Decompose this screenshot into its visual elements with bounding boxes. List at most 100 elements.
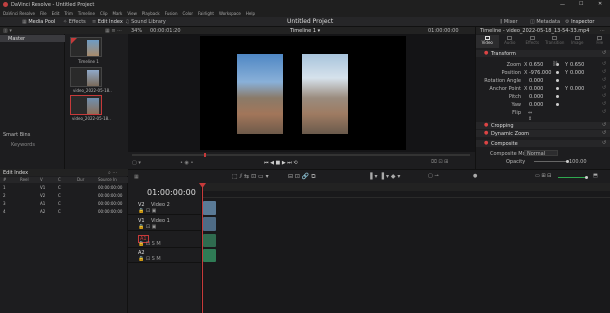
opacity-value[interactable]: 100.00 — [569, 159, 587, 165]
menu-item[interactable]: Trim — [64, 11, 73, 16]
timeline-ripple-tools[interactable]: ▢ ⊸ — [428, 173, 439, 179]
menu-item[interactable]: Timeline — [78, 11, 95, 16]
transform-y-value[interactable]: 0.000 — [570, 86, 584, 92]
table-row[interactable]: 1 V1 C 00:00:00:00 — [0, 184, 128, 192]
transform-x-value[interactable]: 0.000 — [529, 102, 543, 108]
table-row[interactable]: 2 V2 C 00:00:00:00 — [0, 192, 128, 200]
menu-item[interactable]: Clip — [100, 11, 108, 16]
menu-item[interactable]: Fairlight — [198, 11, 214, 16]
inspector-button[interactable]: ⚙ Inspector — [565, 19, 594, 25]
track-header[interactable]: A2 🔒 ⊡ S M — [128, 249, 202, 263]
edit-index-column-header[interactable]: V — [40, 177, 43, 182]
effects-button[interactable]: ✧ Effects — [63, 19, 86, 25]
transform-x-slider-handle[interactable] — [556, 87, 559, 90]
timeline-zoom-controls[interactable]: ▭ ⊞ ⊟ — [535, 173, 551, 179]
edit-index-column-header[interactable]: Dur — [77, 177, 84, 182]
edit-index-column-header[interactable]: Reel — [20, 177, 29, 182]
field-reset-icon[interactable]: ↺ — [602, 77, 606, 83]
timeline-ruler[interactable] — [202, 183, 610, 191]
track-controls-icon[interactable]: 🔒 ⊡ S M — [138, 241, 161, 247]
clip-thumbnail-timeline[interactable] — [70, 37, 102, 57]
track-controls-icon[interactable]: 🔒 ⊡ ▣ — [138, 224, 156, 230]
inspector-tab[interactable]: Image — [566, 35, 589, 48]
clip-a1[interactable] — [203, 234, 216, 247]
timeline-view-icon[interactable]: ▦ — [134, 174, 139, 180]
dynamic-zoom-reset-icon[interactable]: ↺ — [602, 130, 606, 136]
timeline-edit-tools[interactable]: ⬚ ⫽ ⇆ ⊡ ▭ ▾ — [232, 173, 269, 181]
menu-item[interactable]: Edit — [52, 11, 60, 16]
transform-x-slider-handle[interactable] — [556, 71, 559, 74]
timeline-more-icon[interactable]: ⬒ — [593, 173, 598, 179]
transform-x-value[interactable]: -976.000 — [529, 70, 551, 76]
transform-y-value[interactable]: 0.000 — [570, 70, 584, 76]
transform-x-slider-handle[interactable] — [556, 95, 559, 98]
track-header[interactable]: V2 Video 2 🔒 ⊡ ▣ — [128, 201, 202, 215]
field-reset-icon[interactable]: ↺ — [602, 85, 606, 91]
menu-item[interactable]: Help — [246, 11, 255, 16]
close-button[interactable]: ✕ — [598, 1, 602, 7]
mixer-button[interactable]: ⫼ Mixer — [500, 19, 518, 25]
transform-section-header[interactable]: ● Transform ↺ — [476, 50, 610, 57]
transform-x-value[interactable]: 0.000 — [529, 94, 543, 100]
transform-x-value[interactable]: 0.650 — [529, 62, 543, 68]
menu-item[interactable]: File — [40, 11, 47, 16]
maximize-button[interactable]: ☐ — [579, 1, 583, 7]
track-header[interactable]: V1 Video 1 🔒 ⊡ ▣ — [128, 217, 202, 231]
viewer-extra-controls[interactable]: ⌧ ⊡ ⊞ — [431, 159, 448, 165]
transform-x-value[interactable]: 0.000 — [529, 86, 543, 92]
composite-section-header[interactable]: ● Composite ↺ — [476, 140, 610, 147]
list-view-icon[interactable]: ▦ ≡ ⋯ — [105, 28, 122, 34]
inspector-tab[interactable]: Video — [476, 35, 499, 48]
menu-item[interactable]: Workspace — [219, 11, 241, 16]
edit-index-button[interactable]: ≡ Edit Index — [92, 19, 123, 25]
timeline-flag-tools[interactable]: ▐ ▾ ▐ ▾ ◆ ▾ — [368, 173, 400, 180]
timeline-marker-icon[interactable]: ● — [473, 173, 477, 179]
menu-item[interactable]: Playback — [142, 11, 160, 16]
metadata-button[interactable]: ◫ Metadata — [530, 19, 560, 25]
sound-library-button[interactable]: ♫ Sound Library — [125, 19, 166, 25]
table-row[interactable]: 4 A2 C 00:00:00:00 — [0, 208, 128, 216]
menu-item[interactable]: Fusion — [165, 11, 178, 16]
transform-x-slider-handle[interactable] — [556, 103, 559, 106]
field-reset-icon[interactable]: ↺ — [602, 61, 606, 67]
clip-v2[interactable] — [203, 201, 216, 215]
transform-reset-icon[interactable]: ↺ — [602, 50, 606, 56]
opacity-slider[interactable] — [534, 161, 568, 162]
transform-enabled-icon[interactable]: ● — [484, 50, 488, 56]
clip-v1[interactable] — [203, 217, 216, 231]
field-reset-icon[interactable]: ↺ — [602, 69, 606, 75]
clip-a2[interactable] — [203, 249, 216, 262]
track-controls-icon[interactable]: 🔒 ⊡ S M — [138, 256, 161, 262]
timeline-playhead[interactable] — [202, 183, 203, 313]
cropping-reset-icon[interactable]: ↺ — [602, 122, 606, 128]
edit-index-column-header[interactable]: C — [58, 177, 61, 182]
dynamic-zoom-enabled-icon[interactable]: ● — [484, 130, 488, 136]
cropping-enabled-icon[interactable]: ● — [484, 122, 488, 128]
composite-mode-select[interactable]: Normal — [524, 150, 558, 157]
zoom-link-icon[interactable]: ⛓ — [552, 61, 558, 67]
track-header[interactable]: A1 🔒 ⊡ S M — [128, 234, 202, 248]
menu-item[interactable]: Color — [183, 11, 193, 16]
inspector-tab[interactable]: File — [589, 35, 610, 48]
track-controls-icon[interactable]: 🔒 ⊡ ▣ — [138, 208, 156, 214]
field-reset-icon[interactable]: ↺ — [602, 93, 606, 99]
inspector-tab[interactable]: Effects — [521, 35, 544, 48]
bin-view-icon[interactable]: ▥ ▾ — [3, 28, 12, 34]
edit-index-column-header[interactable]: Source In — [98, 177, 117, 182]
timeline-snap-tools[interactable]: ⊟ ⊡ 🔗 ⧉ — [288, 173, 316, 181]
jog-control[interactable]: • ◉ • — [180, 160, 193, 166]
timeline-zoom-slider[interactable] — [558, 177, 588, 178]
clip-thumbnail-video-2[interactable] — [70, 95, 102, 115]
transform-y-value[interactable]: 0.650 — [570, 62, 584, 68]
edit-index-search-icon[interactable]: ⌕ ⋯ — [108, 170, 117, 176]
menu-item[interactable]: Mark — [113, 11, 123, 16]
viewer-scrubber[interactable] — [132, 153, 470, 157]
cropping-section-header[interactable]: ● Cropping ↺ — [476, 122, 610, 129]
media-pool-button[interactable]: ▦ Media Pool — [22, 19, 55, 25]
transform-x-value[interactable]: 0.000 — [529, 78, 543, 84]
field-reset-icon[interactable]: ↺ — [602, 101, 606, 107]
keywords-bin[interactable]: Keywords — [11, 142, 35, 148]
inspector-more-icon[interactable]: ⋯ — [600, 28, 605, 34]
bin-master[interactable]: Master — [0, 35, 65, 42]
playback-controls[interactable]: ⏮ ◀ ■ ▶ ⏭ ⟲ — [264, 160, 298, 166]
